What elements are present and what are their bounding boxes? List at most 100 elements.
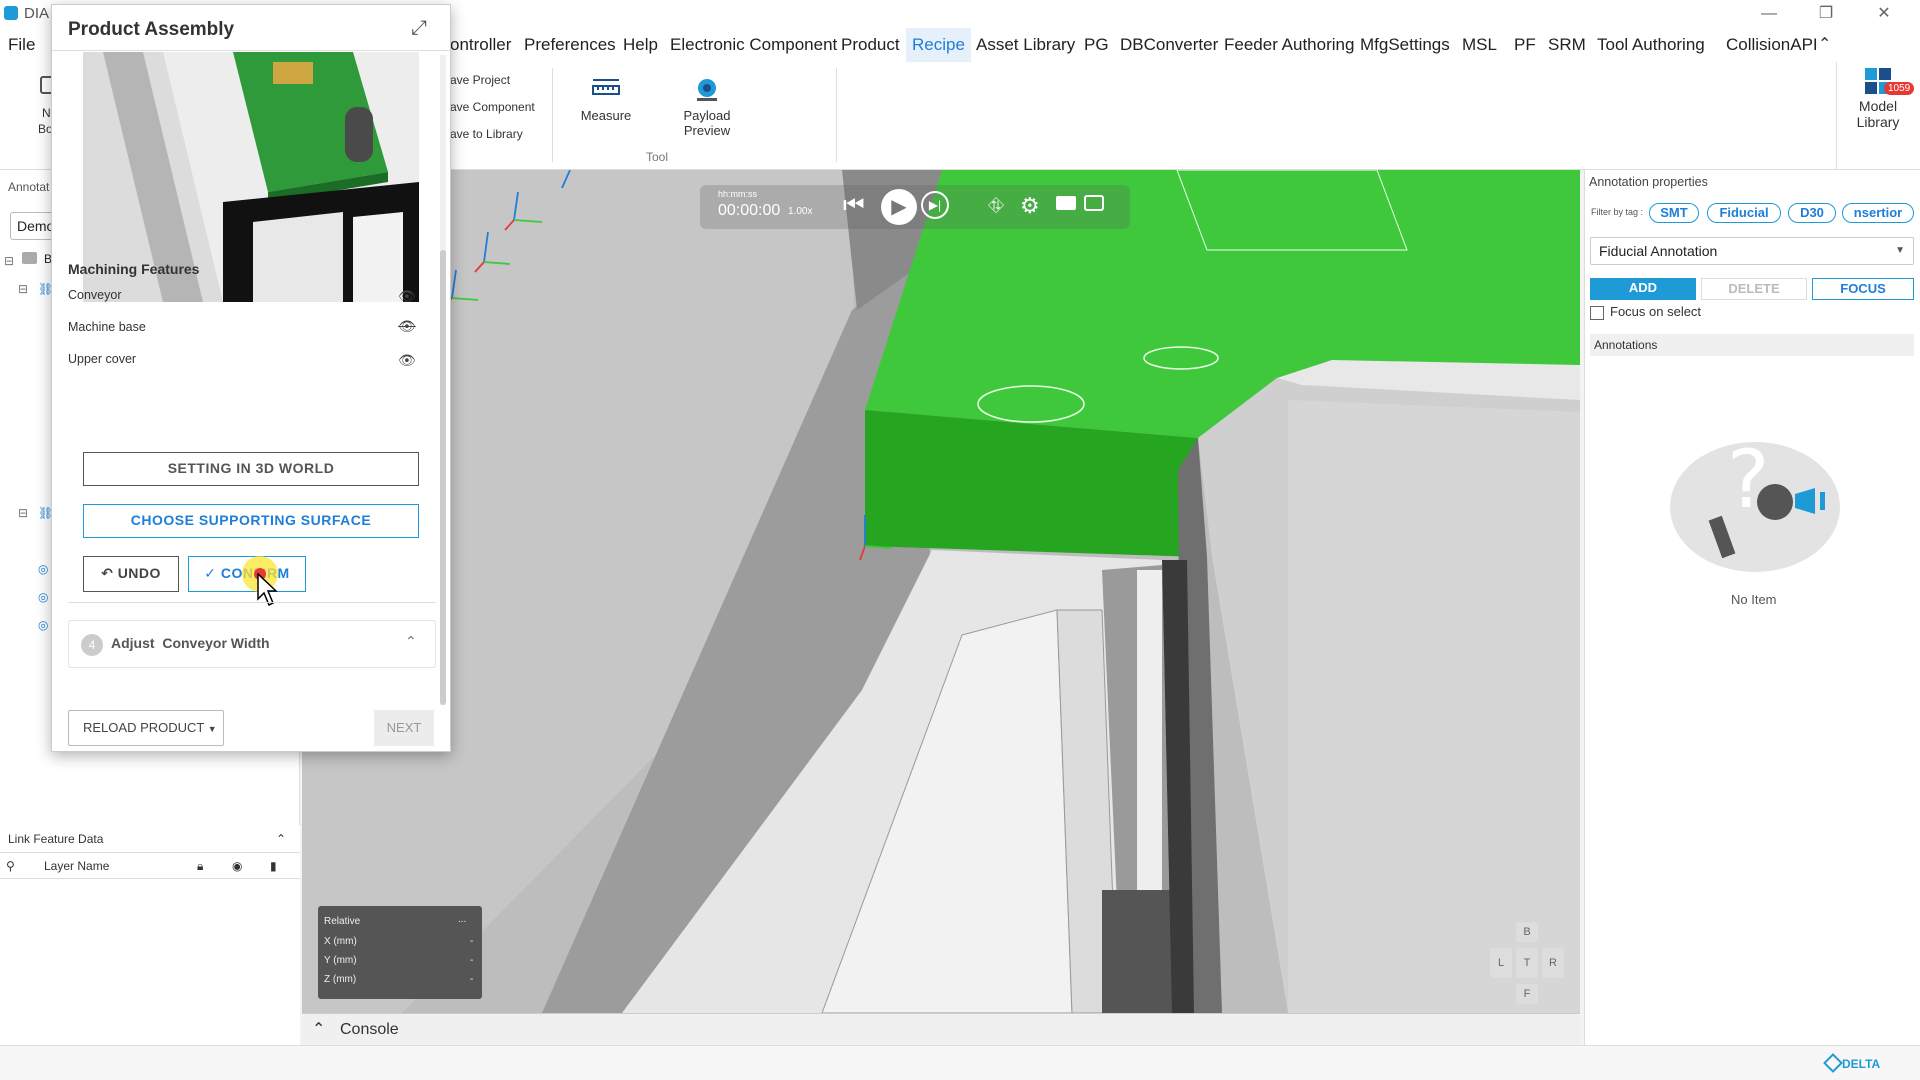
model-library-label-2: Library bbox=[1856, 114, 1900, 130]
menu-tool-authoring[interactable]: Tool Authoring bbox=[1591, 28, 1711, 62]
choose-supporting-surface-button[interactable]: CHOOSE SUPPORTING SURFACE bbox=[83, 504, 419, 538]
view-left[interactable]: L bbox=[1490, 948, 1512, 978]
robot-view-icon[interactable]: ⛗ bbox=[988, 195, 1004, 218]
tool-group-label: Tool bbox=[646, 150, 669, 164]
menu-file[interactable]: File bbox=[2, 28, 41, 62]
delete-button[interactable]: DELETE bbox=[1701, 278, 1807, 300]
menu-srm[interactable]: SRM bbox=[1542, 28, 1592, 62]
menu-preferences[interactable]: Preferences bbox=[518, 28, 622, 62]
tag-insertion[interactable]: nsertior bbox=[1842, 203, 1914, 223]
view-front[interactable]: F bbox=[1516, 984, 1538, 1004]
step-forward-icon[interactable]: ▶| bbox=[921, 191, 949, 219]
menu-collisionapi[interactable]: CollisionAPI bbox=[1720, 28, 1824, 62]
focus-button[interactable]: FOCUS bbox=[1812, 278, 1914, 300]
node-icon[interactable]: ◎ bbox=[38, 590, 48, 604]
save-project-button[interactable]: ave Project bbox=[450, 73, 510, 87]
tag-d30[interactable]: D30 bbox=[1788, 203, 1836, 223]
menu-product[interactable]: Product bbox=[835, 28, 906, 62]
scrollbar-thumb[interactable] bbox=[440, 250, 446, 705]
camera-video-icon[interactable] bbox=[1056, 196, 1076, 210]
feature-upper-cover-label: Upper cover bbox=[68, 352, 137, 366]
folder-icon bbox=[22, 252, 37, 264]
view-back[interactable]: B bbox=[1516, 922, 1538, 942]
menu-dbconverter[interactable]: DBConverter bbox=[1114, 28, 1224, 62]
expand-icon[interactable]: ⌃ bbox=[312, 1019, 325, 1039]
add-button[interactable]: ADD bbox=[1590, 278, 1696, 300]
3d-scene bbox=[302, 170, 1580, 1013]
annotation-type-select[interactable]: Fiducial Annotation ▼ bbox=[1590, 237, 1914, 265]
settings-icon[interactable]: ⚙ bbox=[1020, 193, 1040, 219]
speed-display[interactable]: 1.00x bbox=[788, 206, 812, 217]
eye-off-icon[interactable]: 👁︎ bbox=[398, 318, 416, 335]
step-adjust-conveyor[interactable]: 4 Adjust Conveyor Width ⌃ bbox=[68, 620, 436, 668]
payload-preview-button[interactable]: Payload Preview bbox=[667, 74, 747, 138]
collapse-ribbon-icon[interactable]: ⌃ bbox=[1818, 34, 1831, 54]
tree-collapse-icon[interactable]: ⊟ bbox=[18, 506, 28, 520]
dropdown-icon: ▼ bbox=[207, 724, 217, 734]
console-bar[interactable]: ⌃ Console bbox=[302, 1013, 1580, 1045]
chevron-up-icon[interactable]: ⌃ bbox=[405, 633, 417, 650]
trash-column-icon[interactable]: ▮ bbox=[270, 853, 277, 879]
menu-pf[interactable]: PF bbox=[1508, 28, 1542, 62]
restore-button[interactable]: ❐ bbox=[1803, 2, 1849, 26]
expand-icon[interactable]: ⤢ bbox=[411, 17, 427, 40]
app-title: DIA bbox=[24, 5, 50, 22]
tag-smt[interactable]: SMT bbox=[1649, 203, 1699, 223]
annotation-label: Annotat bbox=[8, 180, 50, 194]
ribbon-divider bbox=[552, 68, 553, 162]
model-library-button[interactable]: Model Library 1059 bbox=[1838, 62, 1918, 130]
screenshot-icon[interactable] bbox=[1084, 195, 1104, 211]
coord-mode[interactable]: Relative bbox=[324, 916, 360, 927]
focus-on-select-checkbox[interactable] bbox=[1590, 306, 1604, 320]
z-value: - bbox=[470, 974, 474, 985]
menu-electronic-component[interactable]: Electronic Component bbox=[664, 28, 843, 62]
play-icon[interactable]: ▶ bbox=[881, 189, 917, 225]
annotation-type-value: Fiducial Annotation bbox=[1599, 243, 1718, 259]
y-value: - bbox=[470, 955, 474, 966]
menu-pg[interactable]: PG bbox=[1078, 28, 1115, 62]
eye-icon[interactable]: 👁︎ bbox=[398, 288, 416, 305]
menu-controller[interactable]: ontroller bbox=[444, 28, 517, 62]
next-button[interactable]: NEXT bbox=[374, 710, 434, 746]
view-right[interactable]: R bbox=[1542, 948, 1564, 978]
menu-msl[interactable]: MSL bbox=[1456, 28, 1503, 62]
undo-button[interactable]: ↶ UNDO bbox=[83, 556, 179, 592]
save-library-button[interactable]: ave to Library bbox=[450, 127, 523, 141]
menu-feeder-authoring[interactable]: Feeder Authoring bbox=[1218, 28, 1360, 62]
measure-button[interactable]: Measure bbox=[566, 74, 646, 123]
tree-collapse-icon[interactable]: ⊟ bbox=[4, 254, 14, 268]
minimize-button[interactable]: — bbox=[1746, 2, 1792, 26]
time-format-label: hh:mm:ss bbox=[718, 189, 758, 199]
link-feature-header[interactable]: Link Feature Data ⌃ bbox=[0, 825, 300, 853]
collapse-icon[interactable]: ⌃ bbox=[276, 825, 286, 853]
x-value: - bbox=[470, 936, 474, 947]
coord-menu-icon[interactable]: ... bbox=[458, 914, 466, 925]
link-feature-columns: ⚲ Layer Name 🔒︎ ◉ ▮ bbox=[0, 853, 300, 879]
delta-logo: DELTA bbox=[1842, 1057, 1881, 1071]
view-top[interactable]: T bbox=[1516, 948, 1538, 978]
save-component-button[interactable]: ave Component bbox=[450, 100, 535, 114]
console-label: Console bbox=[340, 1021, 399, 1038]
tag-fiducial[interactable]: Fiducial bbox=[1707, 203, 1781, 223]
tree-collapse-icon[interactable]: ⊟ bbox=[18, 282, 28, 296]
reload-product-button[interactable]: RELOAD PRODUCT ▼ bbox=[68, 710, 224, 746]
skip-back-icon[interactable]: ⏮ bbox=[843, 192, 865, 220]
new-label: N bbox=[42, 106, 51, 120]
dropdown-icon: ▼ bbox=[1895, 245, 1905, 256]
eye-icon[interactable]: 👁︎ bbox=[398, 352, 416, 369]
layer-name-column[interactable]: Layer Name bbox=[44, 853, 109, 879]
lock-column-icon[interactable]: 🔒︎ bbox=[197, 853, 203, 879]
setting-3d-world-button[interactable]: SETTING IN 3D WORLD bbox=[83, 452, 419, 486]
view-cube: B L T R F bbox=[1490, 922, 1570, 1008]
menu-mfgsettings[interactable]: MfgSettings bbox=[1354, 28, 1456, 62]
ribbon-divider bbox=[1836, 62, 1837, 170]
menu-asset-library[interactable]: Asset Library bbox=[970, 28, 1081, 62]
eye-column-icon[interactable]: ◉ bbox=[232, 853, 242, 879]
node-icon[interactable]: ◎ bbox=[38, 562, 48, 576]
menu-recipe[interactable]: Recipe bbox=[906, 28, 971, 62]
node-icon[interactable]: ◎ bbox=[38, 618, 48, 632]
close-button[interactable]: ✕ bbox=[1861, 2, 1907, 26]
3d-viewport[interactable]: hh:mm:ss 00:00:00 1.00x ⏮ ▶ ▶| ⛗ ⚙ Relat… bbox=[302, 170, 1580, 1013]
link-feature-panel: Link Feature Data ⌃ ⚲ Layer Name 🔒︎ ◉ ▮ bbox=[0, 825, 300, 1045]
menu-help[interactable]: Help bbox=[617, 28, 664, 62]
